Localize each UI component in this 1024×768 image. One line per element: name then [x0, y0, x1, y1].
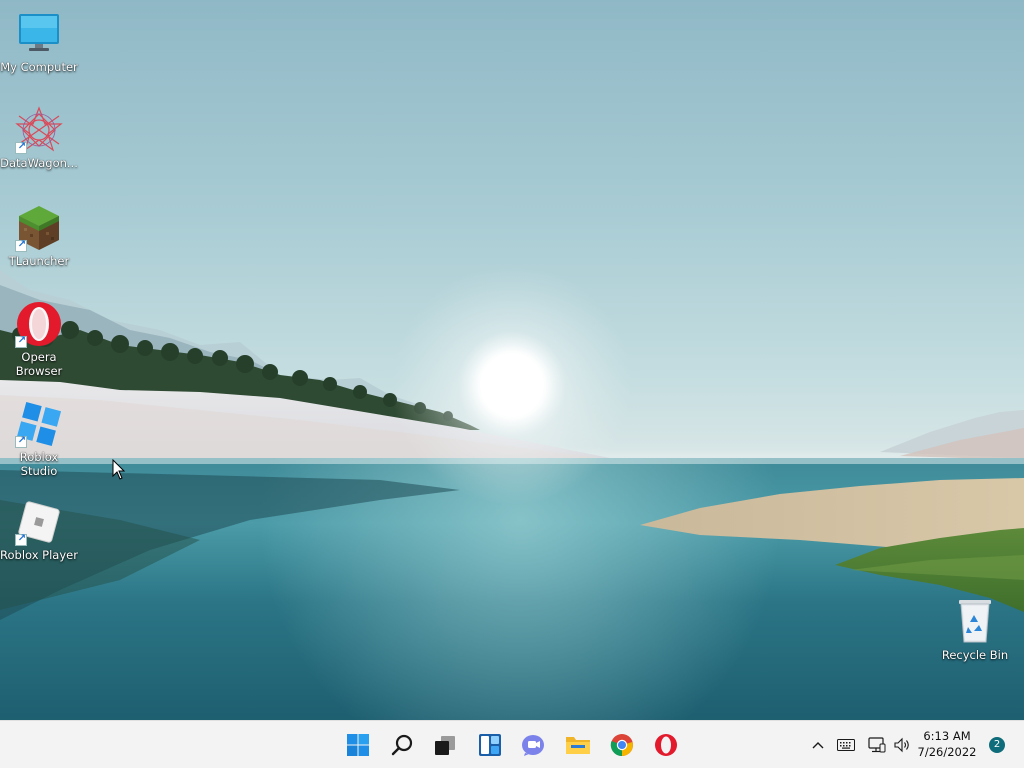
desktop-icon-label: DataWagon... [0, 156, 78, 170]
wallpaper [0, 265, 1024, 720]
grass-block-icon [15, 204, 63, 252]
chat-button[interactable] [516, 727, 552, 763]
teams-chat-icon [522, 735, 544, 756]
desktop-icon-opera-browser[interactable]: Opera Browser [0, 300, 78, 378]
keyboard-button[interactable] [835, 733, 857, 757]
show-hidden-icons-button[interactable] [808, 733, 828, 757]
keyboard-icon [837, 739, 855, 751]
chevron-up-icon [812, 742, 824, 749]
desktop-icon-roblox-player[interactable]: Roblox Player [0, 498, 78, 562]
search-button[interactable] [384, 727, 420, 763]
windows-start-icon [347, 734, 369, 756]
widgets-button[interactable] [472, 727, 508, 763]
opera-icon [15, 300, 63, 348]
shortcut-arrow-icon [15, 141, 28, 154]
roblox-studio-icon [15, 400, 63, 448]
folder-icon [566, 737, 590, 754]
datawagon-icon [15, 106, 63, 154]
task-view-icon [435, 736, 455, 755]
volume-icon [894, 737, 909, 753]
volume-button[interactable] [891, 733, 913, 757]
opera-taskbar-button[interactable] [648, 727, 684, 763]
opera-icon [655, 734, 677, 756]
shortcut-arrow-icon [15, 239, 28, 252]
recycle-bin-icon [951, 598, 999, 646]
clock-date: 7/26/2022 [917, 745, 977, 759]
network-button[interactable] [866, 733, 888, 757]
desktop-icon-label: My Computer [0, 60, 78, 74]
desktop-icon-label: Roblox Studio [19, 450, 59, 478]
desktop-icon-label: Roblox Player [0, 548, 78, 562]
search-icon [391, 734, 413, 756]
notification-badge[interactable]: 2 [989, 737, 1005, 753]
taskbar: 6:13 AM 7/26/2022 2 [0, 720, 1024, 768]
desktop-icon-datawagon[interactable]: DataWagon... [0, 106, 78, 170]
start-button[interactable] [340, 727, 376, 763]
clock[interactable]: 6:13 AM 7/26/2022 [912, 728, 982, 760]
recycle-bin-label: Recycle Bin [941, 648, 1009, 662]
task-view-button[interactable] [427, 727, 463, 763]
widgets-icon [479, 734, 501, 756]
shortcut-arrow-icon [15, 435, 28, 448]
chrome-icon [610, 734, 633, 757]
desktop-icon-label: Opera Browser [15, 350, 63, 378]
mouse-cursor-icon [112, 459, 126, 480]
desktop-icon-my-computer[interactable]: My Computer [0, 10, 78, 74]
shortcut-arrow-icon [15, 335, 28, 348]
roblox-player-icon [15, 498, 63, 546]
network-icon [868, 737, 886, 753]
chrome-button[interactable] [604, 727, 640, 763]
desktop-icon-roblox-studio[interactable]: Roblox Studio [0, 400, 78, 478]
shortcut-arrow-icon [15, 533, 28, 546]
clock-time: 6:13 AM [923, 729, 971, 743]
monitor-icon [15, 10, 63, 58]
desktop-icon-recycle-bin[interactable]: Recycle Bin [936, 598, 1014, 662]
desktop[interactable]: My Computer DataWagon... [0, 0, 1024, 720]
desktop-icon-label: TLauncher [8, 254, 70, 268]
desktop-icon-tlauncher[interactable]: TLauncher [0, 204, 78, 268]
file-explorer-button[interactable] [560, 727, 596, 763]
